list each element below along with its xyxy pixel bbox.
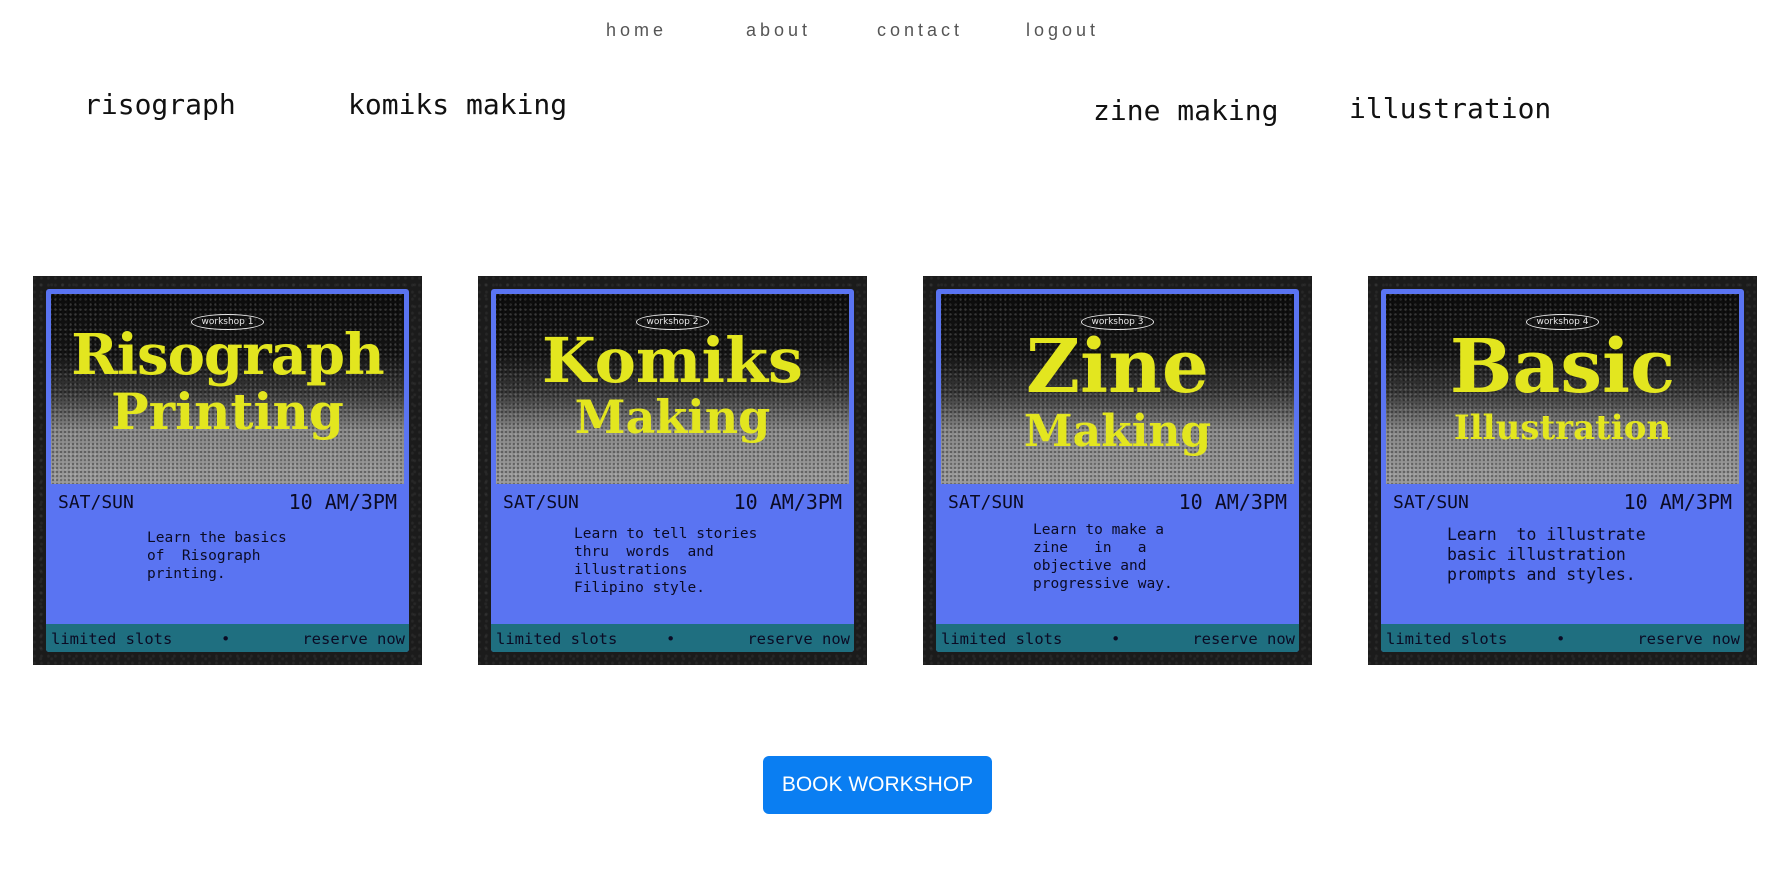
category-illustration: illustration [1349, 92, 1552, 125]
poster-title-line1: Basic [1449, 324, 1676, 410]
poster-title-line1: Risograph [71, 322, 385, 388]
category-risograph: risograph [84, 88, 236, 121]
workshop-poster-zine[interactable]: workshop 3 Zine Making SAT/SUN 10 AM/3PM… [923, 276, 1312, 665]
bullet-dot: • [1111, 630, 1121, 648]
schedule-time: 10 AM/3PM [1623, 490, 1732, 514]
nav-logout-link[interactable]: logout [1026, 20, 1099, 41]
limited-slots-label: limited slots [496, 630, 618, 648]
poster-frame: workshop 2 Komiks Making SAT/SUN 10 AM/3… [491, 289, 854, 652]
category-komiks-making: komiks making [348, 88, 568, 121]
workshop-poster-risograph[interactable]: workshop 1 Risograph Printing SAT/SUN 10… [33, 276, 422, 665]
limited-slots-label: limited slots [1386, 630, 1508, 648]
nav-contact-link[interactable]: contact [877, 20, 963, 41]
schedule-days: SAT/SUN [1393, 492, 1469, 513]
poster-footer: limited slots • reserve now [1381, 624, 1744, 652]
nav-about-link[interactable]: about [746, 20, 811, 41]
bullet-dot: • [1556, 630, 1566, 648]
poster-frame: workshop 4 Basic Illustration SAT/SUN 10… [1381, 289, 1744, 652]
workshop-description: Learn to make a zine in a objective and … [1033, 522, 1173, 592]
reserve-now-label: reserve now [747, 630, 850, 648]
workshop-description: Learn to tell stories thru words and ill… [574, 526, 758, 596]
poster-frame: workshop 3 Zine Making SAT/SUN 10 AM/3PM… [936, 289, 1299, 652]
poster-title-line2: Making [1023, 406, 1212, 457]
schedule-row: SAT/SUN 10 AM/3PM [1393, 486, 1732, 514]
workshop-poster-komiks[interactable]: workshop 2 Komiks Making SAT/SUN 10 AM/3… [478, 276, 867, 665]
workshop-description: Learn to illustrate basic illustration p… [1447, 525, 1646, 584]
reserve-now-label: reserve now [1192, 630, 1295, 648]
schedule-days: SAT/SUN [948, 492, 1024, 513]
poster-title-line2: Making [574, 390, 771, 444]
poster-frame: workshop 1 Risograph Printing SAT/SUN 10… [46, 289, 409, 652]
poster-footer: limited slots • reserve now [491, 624, 854, 652]
poster-footer: limited slots • reserve now [46, 624, 409, 652]
nav-home-link[interactable]: home [606, 20, 667, 41]
bullet-dot: • [666, 630, 676, 648]
schedule-days: SAT/SUN [58, 492, 134, 513]
top-nav: home about contact logout [0, 20, 1789, 44]
schedule-days: SAT/SUN [503, 492, 579, 513]
category-zine-making: zine making [1093, 94, 1279, 127]
schedule-row: SAT/SUN 10 AM/3PM [58, 486, 397, 514]
schedule-time: 10 AM/3PM [733, 490, 842, 514]
reserve-now-label: reserve now [1637, 630, 1740, 648]
limited-slots-label: limited slots [51, 630, 173, 648]
book-workshop-button[interactable]: BOOK WORKSHOP [763, 756, 992, 814]
poster-artwork: workshop 3 Zine Making [941, 294, 1294, 484]
poster-artwork: workshop 1 Risograph Printing [51, 294, 404, 484]
limited-slots-label: limited slots [941, 630, 1063, 648]
workshop-description: Learn the basics of Risograph printing. [147, 530, 287, 582]
poster-artwork: workshop 2 Komiks Making [496, 294, 849, 484]
schedule-row: SAT/SUN 10 AM/3PM [948, 486, 1287, 514]
reserve-now-label: reserve now [302, 630, 405, 648]
schedule-time: 10 AM/3PM [1178, 490, 1287, 514]
poster-footer: limited slots • reserve now [936, 624, 1299, 652]
poster-title-line1: Komiks [542, 324, 803, 397]
poster-title-line1: Zine [1025, 324, 1209, 410]
workshop-poster-illustration[interactable]: workshop 4 Basic Illustration SAT/SUN 10… [1368, 276, 1757, 665]
schedule-time: 10 AM/3PM [288, 490, 397, 514]
poster-artwork: workshop 4 Basic Illustration [1386, 294, 1739, 484]
poster-title-line2: Printing [111, 382, 344, 441]
poster-title-line2: Illustration [1453, 408, 1672, 448]
schedule-row: SAT/SUN 10 AM/3PM [503, 486, 842, 514]
workshops-page: home about contact logout risograph komi… [0, 0, 1789, 891]
bullet-dot: • [221, 630, 231, 648]
